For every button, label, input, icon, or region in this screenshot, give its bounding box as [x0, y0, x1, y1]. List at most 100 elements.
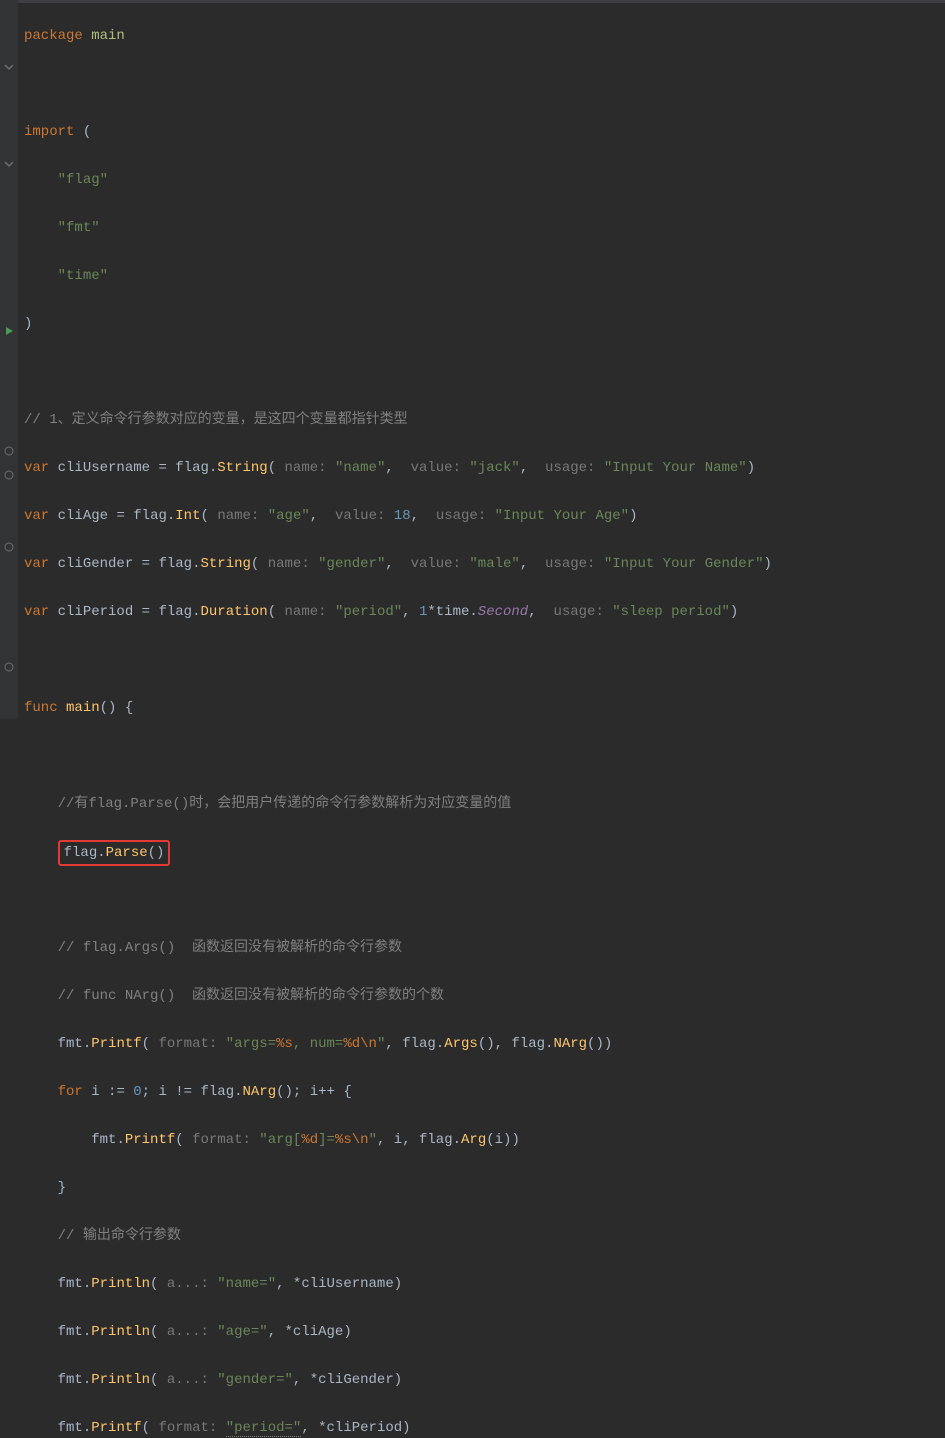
dot: . — [97, 845, 105, 861]
op: * — [427, 604, 435, 620]
string: "gender" — [318, 556, 385, 572]
dot: . — [234, 1084, 242, 1100]
package-name: main — [91, 28, 125, 44]
identifier: cliUsername — [301, 1276, 393, 1292]
op: * — [310, 1372, 318, 1388]
func-call: Args — [444, 1036, 478, 1052]
func-call: Println — [91, 1324, 150, 1340]
brace: { — [125, 700, 133, 716]
dot: . — [453, 1132, 461, 1148]
param-hint: a...: — [167, 1324, 209, 1340]
paren: ) — [24, 316, 32, 332]
pkg-ref: fmt — [91, 1132, 116, 1148]
identifier: cliPeriod — [327, 1420, 403, 1436]
keyword: package — [24, 28, 83, 44]
fold-icon[interactable] — [2, 60, 16, 74]
identifier: i — [310, 1084, 318, 1100]
comment: //有flag.Parse()时，会把用户传递的命令行参数解析为对应变量的值 — [58, 796, 512, 812]
identifier: i — [394, 1132, 402, 1148]
string: "arg[%d]=%s\n" — [259, 1132, 377, 1148]
comma: , — [276, 1276, 293, 1292]
comment: // func NArg() 函数返回没有被解析的命令行参数的个数 — [58, 988, 444, 1004]
dot: . — [83, 1276, 91, 1292]
string: "name=" — [217, 1276, 276, 1292]
param-hint: format: — [158, 1036, 217, 1052]
hint-icon[interactable] — [2, 444, 16, 458]
highlight-box: flag.Parse() — [58, 840, 171, 866]
op: != — [167, 1084, 201, 1100]
keyword: var — [24, 460, 49, 476]
keyword: var — [24, 604, 49, 620]
import-path: "fmt" — [58, 220, 100, 236]
string: "sleep period" — [612, 604, 730, 620]
comment: // flag.Args() 函数返回没有被解析的命令行参数 — [58, 940, 402, 956]
pkg-ref: fmt — [58, 1420, 83, 1436]
func-call: Arg — [461, 1132, 486, 1148]
func-call: Println — [91, 1276, 150, 1292]
pkg-ref: flag — [511, 1036, 545, 1052]
op: := — [100, 1084, 134, 1100]
number: 0 — [133, 1084, 141, 1100]
op: * — [318, 1420, 326, 1436]
dot: . — [469, 604, 477, 620]
code-area[interactable]: package main import ( "flag" "fmt" "time… — [18, 0, 945, 719]
param-hint: format: — [192, 1132, 251, 1148]
param-hint: usage: — [545, 460, 595, 476]
dot: . — [83, 1324, 91, 1340]
pkg-ref: flag — [158, 556, 192, 572]
hint-icon[interactable] — [2, 660, 16, 674]
code-editor[interactable]: package main import ( "flag" "fmt" "time… — [0, 0, 945, 719]
pkg-ref: flag — [419, 1132, 453, 1148]
brace: } — [58, 1180, 66, 1196]
dot: . — [83, 1420, 91, 1436]
func-call: Printf — [125, 1132, 175, 1148]
pkg-ref: fmt — [58, 1372, 83, 1388]
identifier: i — [158, 1084, 166, 1100]
fold-icon[interactable] — [2, 157, 16, 171]
keyword: for — [58, 1084, 83, 1100]
dot: . — [83, 1372, 91, 1388]
param-hint: name: — [217, 508, 259, 524]
param-hint: usage: — [553, 604, 603, 620]
identifier: i — [495, 1132, 503, 1148]
func-call: Printf — [91, 1420, 141, 1436]
pkg-ref: flag — [175, 460, 209, 476]
pkg-ref: fmt — [58, 1036, 83, 1052]
param-hint: name: — [268, 556, 310, 572]
identifier: cliPeriod — [58, 604, 134, 620]
import-path: "time" — [58, 268, 108, 284]
pkg-ref: fmt — [58, 1324, 83, 1340]
dot: . — [116, 1132, 124, 1148]
identifier: i — [91, 1084, 99, 1100]
number: 18 — [394, 508, 411, 524]
op: = — [108, 508, 133, 524]
identifier: cliUsername — [58, 460, 150, 476]
op: * — [285, 1324, 293, 1340]
top-band — [0, 0, 945, 3]
string: "name" — [335, 460, 385, 476]
param-hint: a...: — [167, 1276, 209, 1292]
hint-icon[interactable] — [2, 540, 16, 554]
string: "gender=" — [217, 1372, 293, 1388]
op: = — [133, 604, 158, 620]
run-icon[interactable] — [2, 324, 16, 338]
op: = — [150, 460, 175, 476]
brace: { — [343, 1084, 351, 1100]
pkg-ref: flag — [402, 1036, 436, 1052]
param-hint: name: — [285, 460, 327, 476]
pkg-ref: flag — [64, 845, 98, 861]
identifier: cliGender — [58, 556, 134, 572]
gutter — [0, 0, 18, 719]
param-hint: format: — [158, 1420, 217, 1436]
keyword: func — [24, 700, 58, 716]
keyword: var — [24, 508, 49, 524]
param-hint: value: — [411, 460, 461, 476]
pkg-ref: flag — [158, 604, 192, 620]
semi: ; — [142, 1084, 159, 1100]
op: = — [133, 556, 158, 572]
string: "args=%s, num=%d\n" — [226, 1036, 386, 1052]
hint-icon[interactable] — [2, 468, 16, 482]
param-hint: a...: — [167, 1372, 209, 1388]
string: "period" — [335, 604, 402, 620]
func-call: String — [200, 556, 250, 572]
